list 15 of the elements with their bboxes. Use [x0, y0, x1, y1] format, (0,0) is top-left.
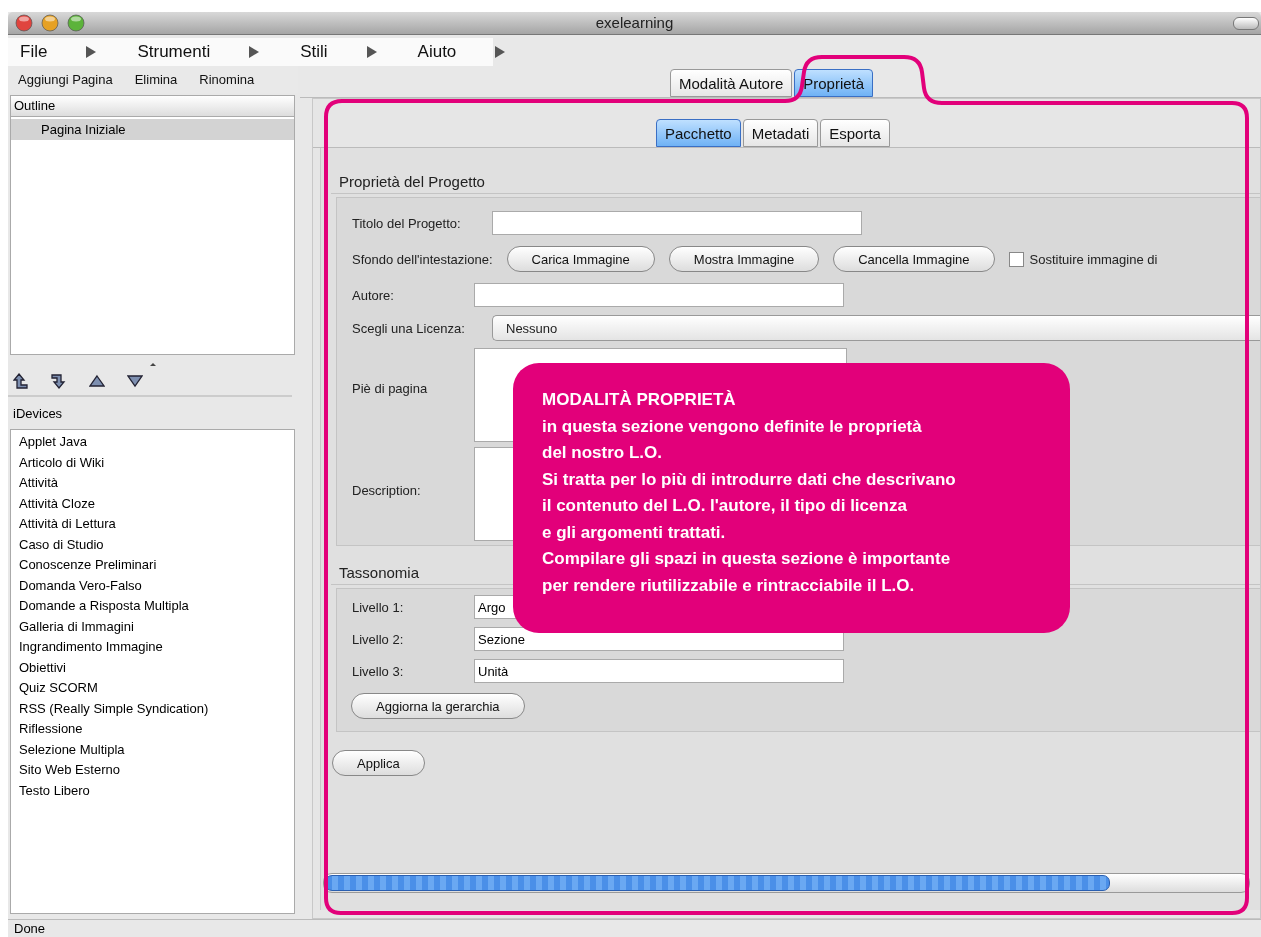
field-label: Autore:	[352, 287, 395, 303]
idevices-label: iDevices	[12, 405, 64, 423]
field-label: Sfondo dell'intestazione:	[352, 251, 493, 267]
field-label: Scegli una Licenza:	[352, 320, 466, 336]
outline-header: Outline	[11, 96, 294, 117]
checkbox-label: Sostituire immagine di	[1029, 251, 1158, 267]
field-label: Livello 3:	[352, 663, 405, 679]
status-text: Done	[14, 921, 46, 936]
field-label: Livello 2:	[352, 631, 405, 647]
window-title: exelearning	[595, 14, 674, 31]
field-label: Titolo del Progetto:	[352, 215, 462, 231]
field-label: Piè di pagina	[352, 381, 429, 396]
section-heading: Proprietà del Progetto	[331, 173, 1260, 194]
field-label: Livello 1:	[352, 599, 405, 615]
field-label: Description:	[352, 483, 422, 498]
